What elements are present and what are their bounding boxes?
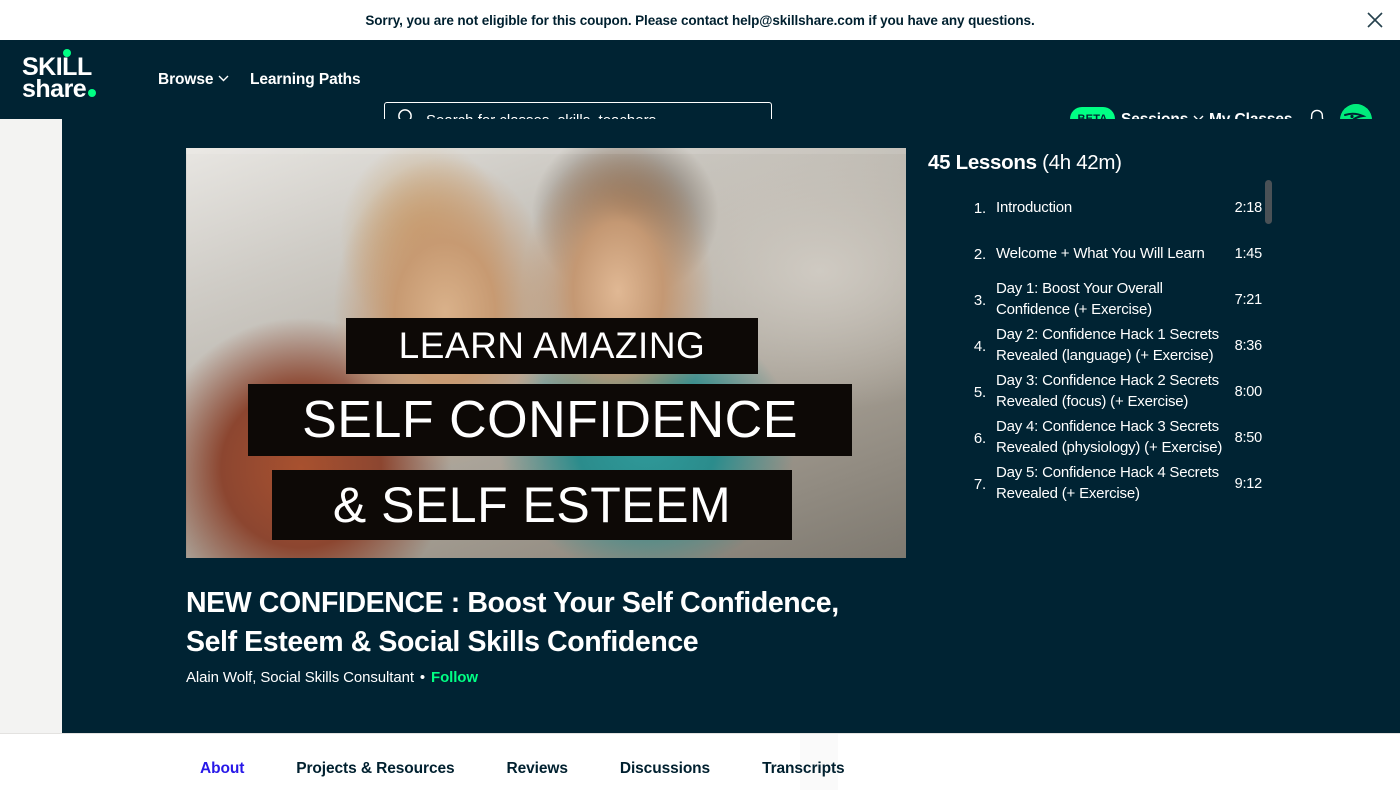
nav-item-learning-paths[interactable]: Learning Paths (250, 71, 361, 89)
list-item[interactable]: 4. Day 2: Confidence Hack 1 Secrets Reve… (928, 323, 1280, 369)
tab-projects-resources[interactable]: Projects & Resources (296, 760, 454, 778)
logo-line-2: share (22, 77, 126, 102)
lesson-number: 1. (973, 199, 986, 217)
lesson-duration: 9:12 (1234, 476, 1263, 492)
lesson-number: 6. (973, 429, 986, 447)
chevron-down-icon (218, 75, 229, 85)
course-author: Alain Wolf, Social Skills Consultant (186, 669, 414, 686)
lesson-title: Welcome + What You Will Learn (996, 244, 1205, 262)
lesson-duration: 8:36 (1234, 338, 1263, 354)
list-item[interactable]: 5. Day 3: Confidence Hack 2 Secrets Reve… (928, 369, 1280, 415)
video-caption-line-2: SELF CONFIDENCE (248, 384, 852, 456)
lesson-title: Day 5: Confidence Hack 4 Secrets Reveale… (996, 464, 1219, 502)
lesson-title: Day 1: Boost Your Overall Confidence (+ … (996, 280, 1163, 318)
lesson-duration: 8:00 (1234, 384, 1263, 400)
tab-transcripts[interactable]: Transcripts (762, 760, 845, 778)
lesson-number: 3. (973, 291, 986, 309)
lesson-title: Day 2: Confidence Hack 1 Secrets Reveale… (996, 326, 1219, 364)
tab-discussions[interactable]: Discussions (620, 760, 710, 778)
coupon-banner: Sorry, you are not eligible for this cou… (0, 0, 1400, 40)
lesson-duration: 8:50 (1234, 430, 1263, 446)
nav-browse-label: Browse (158, 71, 214, 88)
left-gutter (0, 119, 62, 733)
lesson-number: 2. (973, 245, 986, 263)
logo-dot-icon (63, 49, 71, 57)
lessons-scrollbar-thumb[interactable] (1265, 180, 1272, 224)
skillshare-logo[interactable]: SKILL share (22, 49, 126, 104)
lesson-duration: 7:21 (1234, 292, 1263, 308)
nav-item-browse[interactable]: Browse (158, 71, 229, 89)
lesson-number: 5. (973, 383, 986, 401)
list-item[interactable]: 6. Day 4: Confidence Hack 3 Secrets Reve… (928, 415, 1280, 461)
tabs: About Projects & Resources Reviews Discu… (200, 760, 845, 778)
video-caption-line-3: & SELF ESTEEM (272, 470, 792, 540)
lessons-duration: (4h 42m) (1042, 151, 1122, 174)
logo-period-icon (88, 89, 97, 97)
byline-separator: • (419, 669, 426, 686)
lessons-list: 1. Introduction 2:18 2. Welcome + What Y… (928, 185, 1280, 560)
list-item[interactable]: 7. Day 5: Confidence Hack 4 Secrets Reve… (928, 461, 1280, 507)
lesson-number: 4. (973, 337, 986, 355)
coupon-banner-message: Sorry, you are not eligible for this cou… (365, 12, 1035, 28)
lesson-title: Day 3: Confidence Hack 2 Secrets Reveale… (996, 372, 1219, 410)
lessons-count: 45 Lessons (928, 151, 1037, 174)
lesson-title: Day 4: Confidence Hack 3 Secrets Reveale… (996, 418, 1223, 456)
page-title: NEW CONFIDENCE : Boost Your Self Confide… (186, 587, 839, 659)
lesson-title: Introduction (996, 198, 1072, 216)
lesson-duration: 1:45 (1234, 246, 1263, 262)
content-tabbar: About Projects & Resources Reviews Discu… (0, 733, 1400, 790)
tab-about[interactable]: About (200, 760, 244, 778)
list-item[interactable]: 3. Day 1: Boost Your Overall Confidence … (928, 277, 1280, 323)
course-video-thumbnail[interactable]: LEARN AMAZING SELF CONFIDENCE & SELF EST… (186, 148, 906, 558)
list-item[interactable]: 1. Introduction 2:18 (928, 185, 1280, 231)
page-root: Sorry, you are not eligible for this cou… (0, 0, 1400, 790)
list-item[interactable]: 2. Welcome + What You Will Learn 1:45 (928, 231, 1280, 277)
tab-reviews[interactable]: Reviews (507, 760, 568, 778)
lessons-scrollbar[interactable] (1265, 180, 1272, 560)
lesson-duration: 2:18 (1234, 200, 1263, 216)
course-byline: Alain Wolf, Social Skills Consultant • F… (186, 669, 478, 686)
follow-link[interactable]: Follow (431, 669, 478, 686)
close-icon[interactable] (1362, 7, 1388, 33)
main-navigation: SKILL share Browse Learning Paths BETA (0, 40, 1400, 138)
lesson-number: 7. (973, 475, 986, 493)
video-caption-line-1: LEARN AMAZING (346, 318, 758, 374)
lessons-header: 45 Lessons (4h 42m) (928, 151, 1122, 175)
